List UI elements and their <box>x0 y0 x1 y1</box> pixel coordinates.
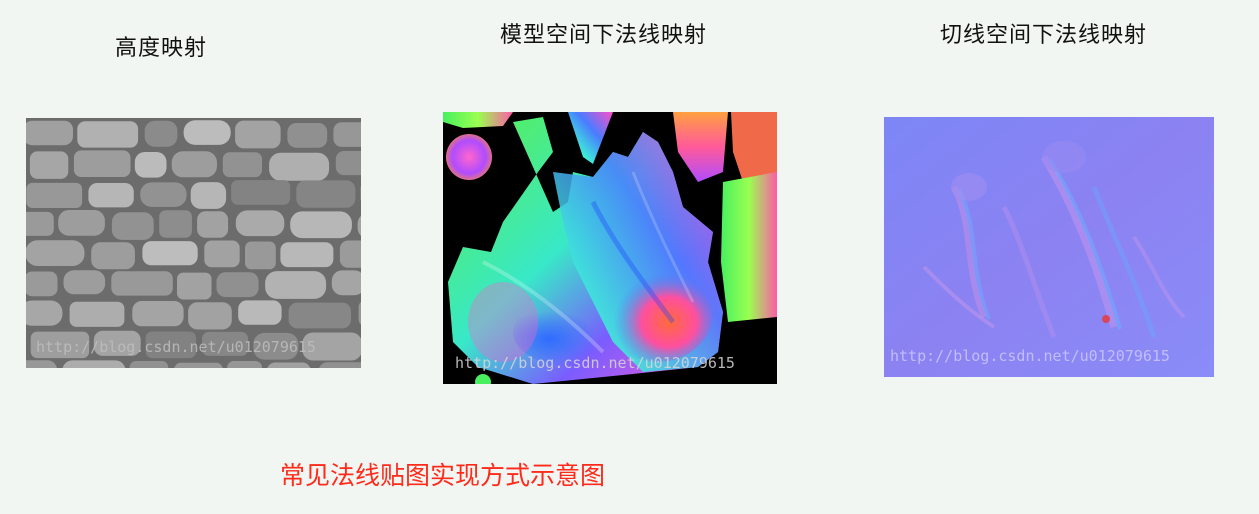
stone-block <box>296 180 356 208</box>
stone-block <box>265 271 327 299</box>
stone-block <box>227 361 263 368</box>
stone-block <box>69 301 125 327</box>
stone-block <box>58 210 105 236</box>
stone-block <box>197 211 229 238</box>
stone-block <box>339 240 361 268</box>
stone-block <box>134 152 167 178</box>
stone-block <box>188 302 232 330</box>
stone-block <box>238 300 282 325</box>
stone-block <box>63 270 106 295</box>
stone-block <box>144 120 178 147</box>
height-map-watermark: http://blog.csdn.net/u012079615 <box>36 338 316 356</box>
stone-block <box>91 242 135 270</box>
stone-block <box>77 121 139 148</box>
figure-caption: 常见法线贴图实现方式示意图 <box>280 461 606 490</box>
stone-block <box>26 271 58 297</box>
stone-block <box>204 240 240 268</box>
stone-block <box>26 120 73 146</box>
stone-block <box>235 210 285 237</box>
tangent-space-normal-texture <box>884 117 1214 377</box>
stone-block <box>269 152 330 181</box>
height-map-image: http://blog.csdn.net/u012079615 <box>26 118 361 368</box>
stone-block <box>288 302 351 329</box>
stone-wall-texture <box>26 118 361 368</box>
stone-block <box>231 180 291 205</box>
stone-block <box>26 211 54 236</box>
stone-block <box>290 211 352 239</box>
stone-block <box>142 241 198 266</box>
tangent-space-normal-title: 切线空间下法线映射 <box>940 23 1148 48</box>
stone-block <box>171 151 217 178</box>
stone-block <box>26 182 83 208</box>
stone-block <box>222 152 262 178</box>
height-map-title: 高度映射 <box>115 36 208 61</box>
stone-block <box>29 151 69 179</box>
stone-block <box>235 120 281 149</box>
stone-block <box>331 270 361 296</box>
object-space-normal-texture <box>443 112 777 384</box>
stone-block <box>159 210 192 238</box>
stone-block <box>111 271 173 296</box>
stone-block <box>177 272 212 300</box>
stone-block <box>267 362 311 368</box>
model-space-watermark: http://blog.csdn.net/u012079615 <box>455 354 735 372</box>
stone-block <box>335 151 361 176</box>
stone-block <box>245 241 276 270</box>
model-space-normal-title: 模型空间下法线映射 <box>500 23 708 48</box>
stone-block <box>190 182 227 209</box>
stone-block <box>62 360 126 368</box>
stone-block <box>88 183 134 208</box>
stone-block <box>111 212 154 240</box>
stone-block <box>280 242 334 268</box>
stone-block <box>140 182 187 207</box>
tangent-space-normal-image: http://blog.csdn.net/u012079615 <box>884 117 1214 377</box>
stone-block <box>287 123 328 148</box>
tangent-space-watermark: http://blog.csdn.net/u012079615 <box>890 347 1170 365</box>
stone-block <box>183 120 231 145</box>
model-space-normal-image: http://blog.csdn.net/u012079615 <box>443 112 777 384</box>
stone-block <box>132 301 184 327</box>
stone-block <box>333 122 361 147</box>
stone-block <box>26 240 85 266</box>
stone-block <box>73 150 131 177</box>
stone-block <box>129 361 169 368</box>
stone-block <box>26 300 63 326</box>
stone-block <box>216 272 259 298</box>
stone-block <box>319 362 361 368</box>
stone-block <box>174 362 223 368</box>
